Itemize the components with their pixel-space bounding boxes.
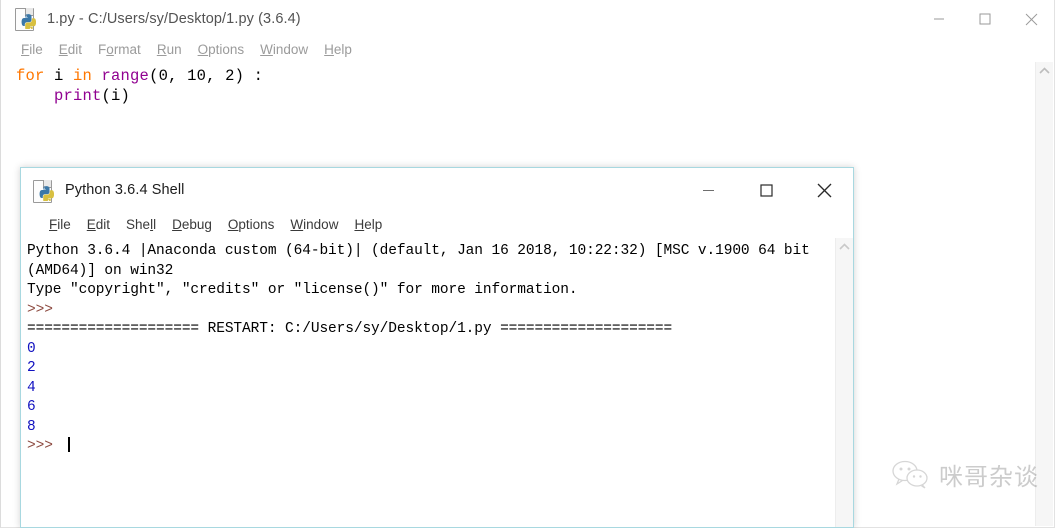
shell-vertical-scrollbar[interactable] (835, 238, 853, 527)
python-logo-icon (21, 14, 36, 29)
maximize-button[interactable] (962, 0, 1008, 38)
close-button[interactable] (1008, 0, 1054, 38)
menu-help[interactable]: Help (346, 213, 390, 237)
shell-restart-line: ==================== RESTART: C:/Users/s… (27, 321, 673, 337)
menu-shell[interactable]: Shell (118, 213, 164, 237)
editor-menubar[interactable]: File Edit Format Run Options Window Help (1, 38, 1054, 62)
editor-vertical-scrollbar[interactable] (1035, 62, 1053, 526)
editor-scrollbar-region[interactable] (1035, 62, 1053, 526)
shell-window-controls[interactable] (679, 168, 853, 212)
code-var-i: i (44, 67, 74, 85)
shell-body[interactable]: Python 3.6.4 |Anaconda custom (64-bit)| … (21, 238, 853, 527)
shell-prompt: >>> (27, 301, 62, 318)
minimize-button[interactable] (679, 168, 737, 212)
editor-title-text: 1.py - C:/Users/sy/Desktop/1.py (3.6.4) (47, 11, 301, 27)
editor-window-controls[interactable] (916, 0, 1054, 38)
menu-debug[interactable]: Debug (164, 213, 220, 237)
python-file-icon (33, 180, 55, 203)
shell-prompt: >>> (27, 438, 62, 454)
menu-window[interactable]: Window (252, 38, 316, 62)
menu-window[interactable]: Window (282, 213, 346, 237)
python-file-icon (15, 8, 37, 31)
shell-window[interactable]: Python 3.6.4 Shell File Edit Shell Debug… (20, 167, 854, 528)
maximize-button[interactable] (737, 168, 795, 212)
menu-help[interactable]: Help (316, 38, 360, 62)
minimize-button[interactable] (916, 0, 962, 38)
menu-edit[interactable]: Edit (51, 38, 90, 62)
shell-titlebar[interactable]: Python 3.6.4 Shell (21, 168, 853, 212)
close-button[interactable] (795, 168, 853, 212)
python-logo-icon (39, 186, 54, 201)
shell-banner-line1: Python 3.6.4 |Anaconda custom (64-bit)| … (27, 243, 819, 279)
text-caret (68, 437, 71, 452)
shell-output-text[interactable]: Python 3.6.4 |Anaconda custom (64-bit)| … (21, 238, 835, 527)
scroll-up-arrow-icon[interactable] (1036, 66, 1053, 76)
shell-scrollbar-region[interactable] (835, 238, 853, 527)
keyword-for: for (16, 67, 45, 85)
builtin-range: range (92, 67, 150, 85)
menu-run[interactable]: Run (149, 38, 190, 62)
shell-menubar[interactable]: File Edit Shell Debug Options Window Hel… (21, 212, 853, 237)
menu-file[interactable]: File (41, 213, 79, 237)
menu-options[interactable]: Options (190, 38, 253, 62)
builtin-print: print (54, 87, 102, 105)
shell-title-text: Python 3.6.4 Shell (65, 182, 185, 198)
menu-options[interactable]: Options (220, 213, 283, 237)
scroll-up-arrow-icon[interactable] (836, 242, 853, 252)
menu-file[interactable]: File (13, 38, 51, 62)
keyword-in: in (73, 67, 93, 85)
menu-format[interactable]: Format (90, 38, 149, 62)
shell-program-output: 0 2 4 6 8 (27, 340, 36, 435)
code-print-args: (i) (101, 87, 131, 105)
shell-banner-line2: Type "copyright", "credits" or "license(… (27, 282, 578, 298)
menu-edit[interactable]: Edit (79, 213, 118, 237)
editor-titlebar[interactable]: 1.py - C:/Users/sy/Desktop/1.py (3.6.4) (1, 0, 1054, 38)
code-range-args: (0, 10, 2) : (149, 67, 264, 85)
